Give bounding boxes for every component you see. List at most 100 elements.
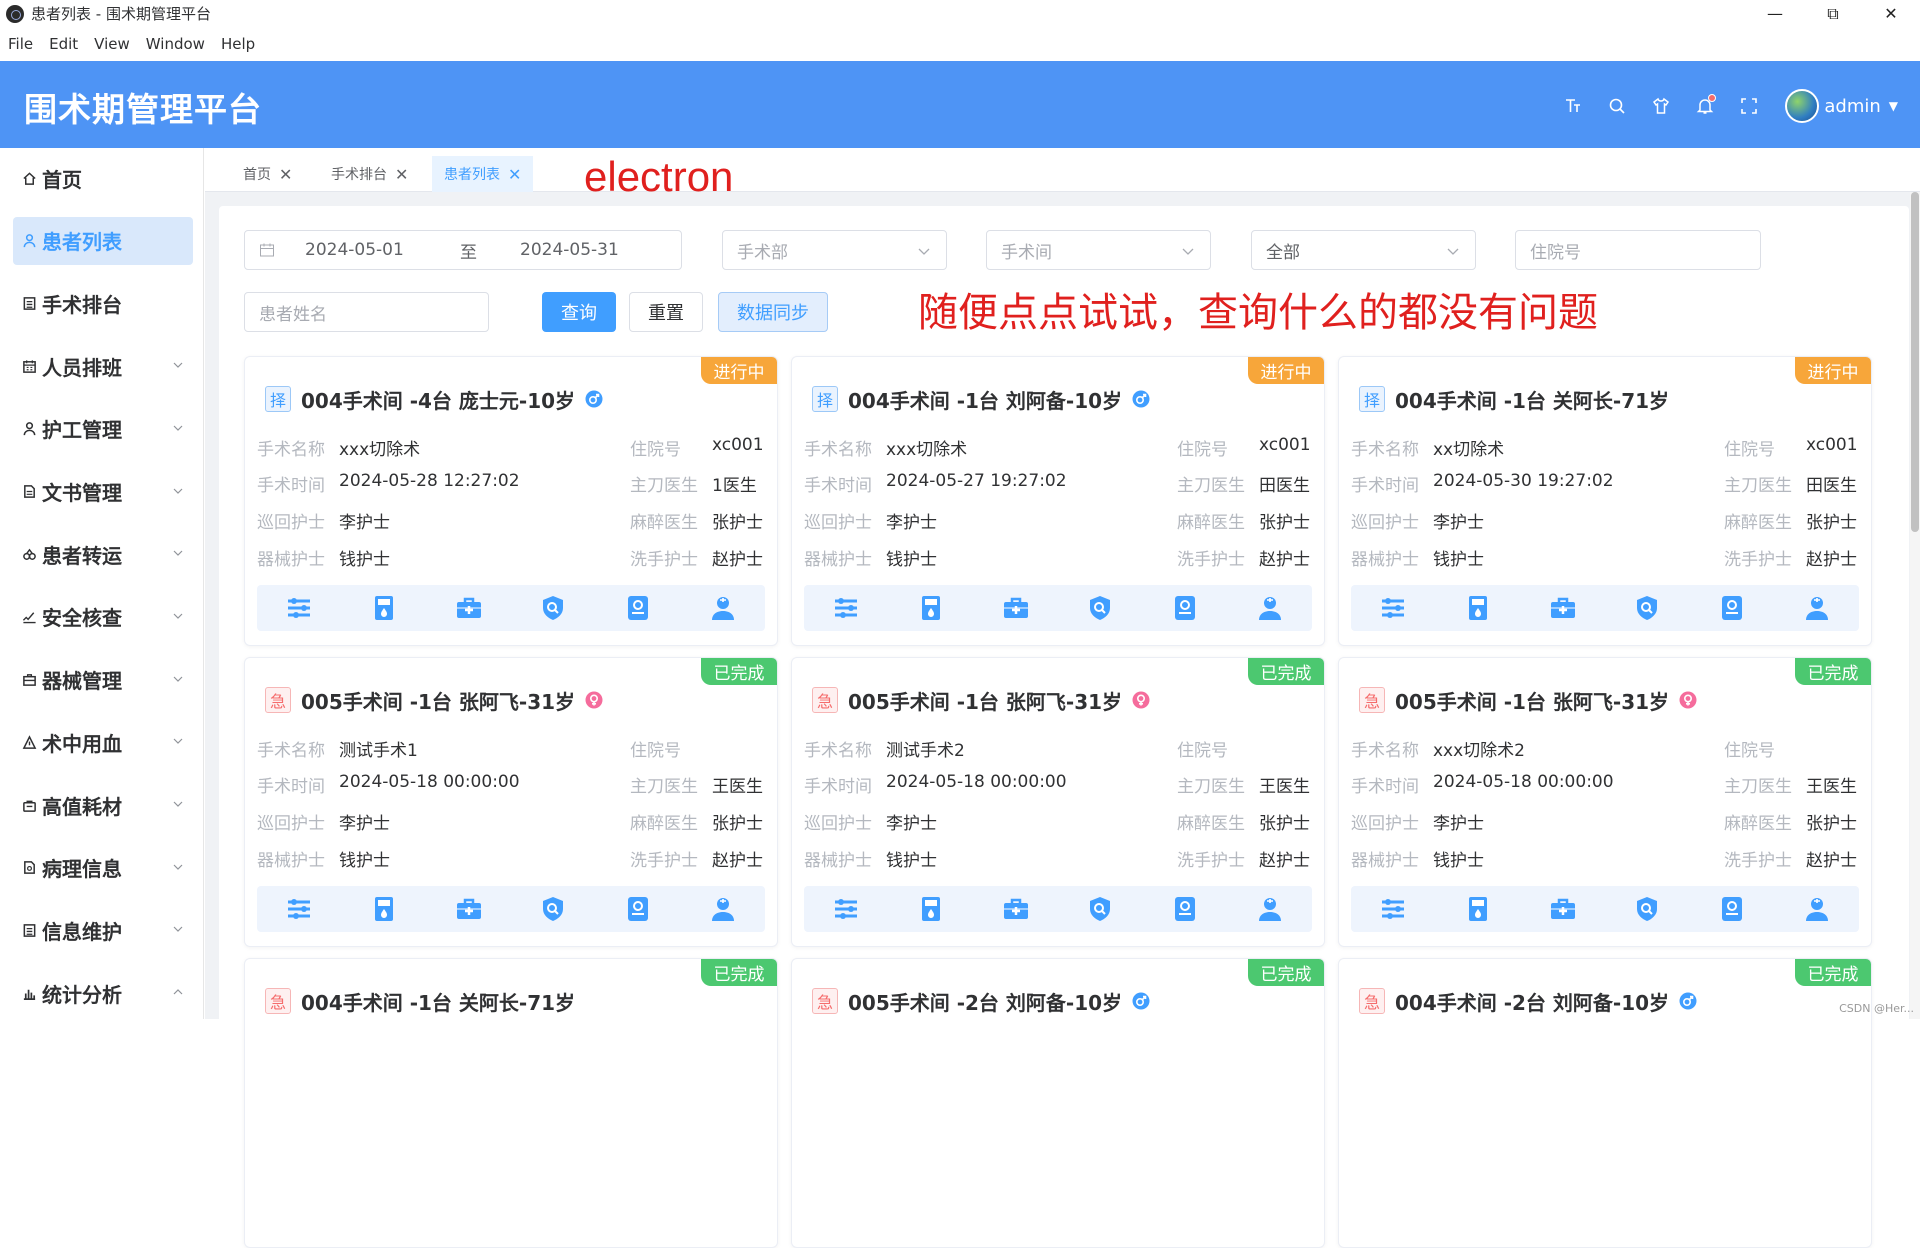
username[interactable]: admin — [1824, 96, 1880, 117]
fullscreen-icon[interactable] — [1727, 90, 1771, 122]
search-icon[interactable] — [1595, 90, 1639, 122]
sidebar-item-1[interactable]: 首页 — [13, 154, 193, 202]
record-icon[interactable] — [1717, 593, 1747, 623]
sidebar-item-3[interactable]: 手术排台 — [13, 279, 193, 327]
nurse-icon[interactable] — [708, 593, 738, 623]
sidebar-item-10[interactable]: 术中用血 — [13, 718, 193, 766]
shield-icon[interactable] — [1085, 894, 1115, 924]
tab-home[interactable]: 首页✕ — [231, 156, 304, 192]
minimize-icon[interactable]: — — [1746, 0, 1804, 27]
room-select[interactable]: 手术间 — [986, 230, 1211, 270]
sidebar-item-13[interactable]: 信息维护 — [13, 906, 193, 954]
nurse-icon[interactable] — [1255, 894, 1285, 924]
device-icon[interactable] — [369, 593, 399, 623]
reset-button[interactable]: 重置 — [629, 292, 703, 332]
menu-help[interactable]: Help — [213, 35, 263, 53]
shield-icon[interactable] — [1085, 593, 1115, 623]
data-sync-button[interactable]: 数据同步 — [718, 292, 828, 332]
restore-icon[interactable]: ⧉ — [1804, 0, 1862, 27]
inpatient-input[interactable]: 住院号 — [1515, 230, 1761, 270]
scrollbar-thumb[interactable] — [1911, 192, 1919, 532]
medical-kit-icon[interactable] — [1001, 894, 1031, 924]
shield-icon[interactable] — [538, 894, 568, 924]
patient-card[interactable]: 进行中择004手术间 -4台 庞士元-10岁手术名称xxx切除术手术时间2024… — [244, 356, 778, 646]
record-icon[interactable] — [1170, 593, 1200, 623]
medical-kit-icon[interactable] — [1001, 593, 1031, 623]
settings-sliders-icon[interactable] — [284, 894, 314, 924]
record-icon[interactable] — [1717, 894, 1747, 924]
card-title[interactable]: 急005手术间 -1台 张阿飞-31岁 — [812, 685, 1150, 715]
device-icon[interactable] — [916, 593, 946, 623]
close-icon[interactable]: ✕ — [395, 165, 408, 184]
sidebar-item-4[interactable]: 人员排班 — [13, 342, 193, 390]
settings-sliders-icon[interactable] — [831, 894, 861, 924]
date-range-picker[interactable]: 2024-05-01 至 2024-05-31 — [244, 230, 682, 270]
patient-card[interactable]: 进行中择004手术间 -1台 刘阿备-10岁手术名称xxx切除术手术时间2024… — [791, 356, 1325, 646]
scrollbar[interactable] — [1910, 192, 1920, 1019]
sidebar-item-6[interactable]: 文书管理 — [13, 468, 193, 516]
tab-surgery-schedule[interactable]: 手术排台✕ — [319, 156, 420, 192]
card-title[interactable]: 急005手术间 -2台 刘阿备-10岁 — [812, 986, 1150, 1016]
nurse-icon[interactable] — [708, 894, 738, 924]
settings-sliders-icon[interactable] — [1378, 894, 1408, 924]
patient-card[interactable]: 已完成急005手术间 -1台 张阿飞-31岁手术名称xxx切除术2手术时间202… — [1338, 657, 1872, 947]
menu-file[interactable]: File — [0, 35, 41, 53]
nurse-icon[interactable] — [1802, 593, 1832, 623]
shield-icon[interactable] — [1632, 593, 1662, 623]
patient-name-input[interactable]: 患者姓名 — [244, 292, 489, 332]
settings-sliders-icon[interactable] — [831, 593, 861, 623]
close-icon[interactable]: ✕ — [1862, 0, 1920, 27]
patient-card[interactable]: 已完成急004手术间 -2台 刘阿备-10岁 — [1338, 958, 1872, 1248]
nurse-icon[interactable] — [1802, 894, 1832, 924]
sidebar-item-8[interactable]: 安全核查 — [13, 593, 193, 641]
menu-view[interactable]: View — [86, 35, 138, 53]
query-button[interactable]: 查询 — [542, 292, 616, 332]
dept-select[interactable]: 手术部 — [722, 230, 947, 270]
card-title[interactable]: 急004手术间 -2台 刘阿备-10岁 — [1359, 986, 1697, 1016]
menu-edit[interactable]: Edit — [41, 35, 86, 53]
close-icon[interactable]: ✕ — [508, 165, 521, 184]
card-title[interactable]: 急005手术间 -1台 张阿飞-31岁 — [1359, 685, 1697, 715]
menu-window[interactable]: Window — [138, 35, 213, 53]
shield-icon[interactable] — [1632, 894, 1662, 924]
bell-icon[interactable] — [1683, 90, 1727, 122]
patient-card[interactable]: 已完成急005手术间 -1台 张阿飞-31岁手术名称测试手术2手术时间2024-… — [791, 657, 1325, 947]
card-title[interactable]: 急005手术间 -1台 张阿飞-31岁 — [265, 685, 603, 715]
sidebar-item-11[interactable]: 高值耗材 — [13, 781, 193, 829]
patient-card[interactable]: 进行中择004手术间 -1台 关阿长-71岁手术名称xx切除术手术时间2024-… — [1338, 356, 1872, 646]
close-icon[interactable]: ✕ — [279, 165, 292, 184]
patient-card[interactable]: 已完成急005手术间 -2台 刘阿备-10岁 — [791, 958, 1325, 1248]
medical-kit-icon[interactable] — [1548, 593, 1578, 623]
sidebar-item-9[interactable]: 器械管理 — [13, 656, 193, 704]
record-icon[interactable] — [623, 593, 653, 623]
card-title[interactable]: 择004手术间 -1台 刘阿备-10岁 — [812, 384, 1150, 414]
avatar[interactable] — [1785, 89, 1819, 123]
card-title[interactable]: 择004手术间 -1台 关阿长-71岁 — [1359, 384, 1669, 414]
sidebar-item-14[interactable]: 统计分析 — [13, 969, 193, 1017]
patient-card[interactable]: 已完成急004手术间 -1台 关阿长-71岁 — [244, 958, 778, 1248]
status-select[interactable]: 全部 — [1251, 230, 1476, 270]
patient-card[interactable]: 已完成急005手术间 -1台 张阿飞-31岁手术名称测试手术1手术时间2024-… — [244, 657, 778, 947]
record-icon[interactable] — [1170, 894, 1200, 924]
medical-kit-icon[interactable] — [1548, 894, 1578, 924]
medical-kit-icon[interactable] — [454, 894, 484, 924]
sidebar-item-5[interactable]: 护工管理 — [13, 405, 193, 453]
settings-sliders-icon[interactable] — [1378, 593, 1408, 623]
date-start[interactable]: 2024-05-01 — [305, 240, 460, 260]
sidebar-item-7[interactable]: 患者转运 — [13, 530, 193, 578]
caret-down-icon[interactable]: ▼ — [1889, 99, 1898, 113]
record-icon[interactable] — [623, 894, 653, 924]
medical-kit-icon[interactable] — [454, 593, 484, 623]
date-end[interactable]: 2024-05-31 — [520, 240, 619, 260]
device-icon[interactable] — [916, 894, 946, 924]
sidebar-item-2[interactable]: 患者列表 — [13, 217, 193, 265]
device-icon[interactable] — [1463, 894, 1493, 924]
settings-sliders-icon[interactable] — [284, 593, 314, 623]
theme-shirt-icon[interactable] — [1639, 90, 1683, 122]
tab-patient-list[interactable]: 患者列表✕ — [432, 156, 533, 192]
nurse-icon[interactable] — [1255, 593, 1285, 623]
device-icon[interactable] — [369, 894, 399, 924]
sidebar-item-12[interactable]: 病理信息 — [13, 844, 193, 892]
device-icon[interactable] — [1463, 593, 1493, 623]
card-title[interactable]: 择004手术间 -4台 庞士元-10岁 — [265, 384, 603, 414]
